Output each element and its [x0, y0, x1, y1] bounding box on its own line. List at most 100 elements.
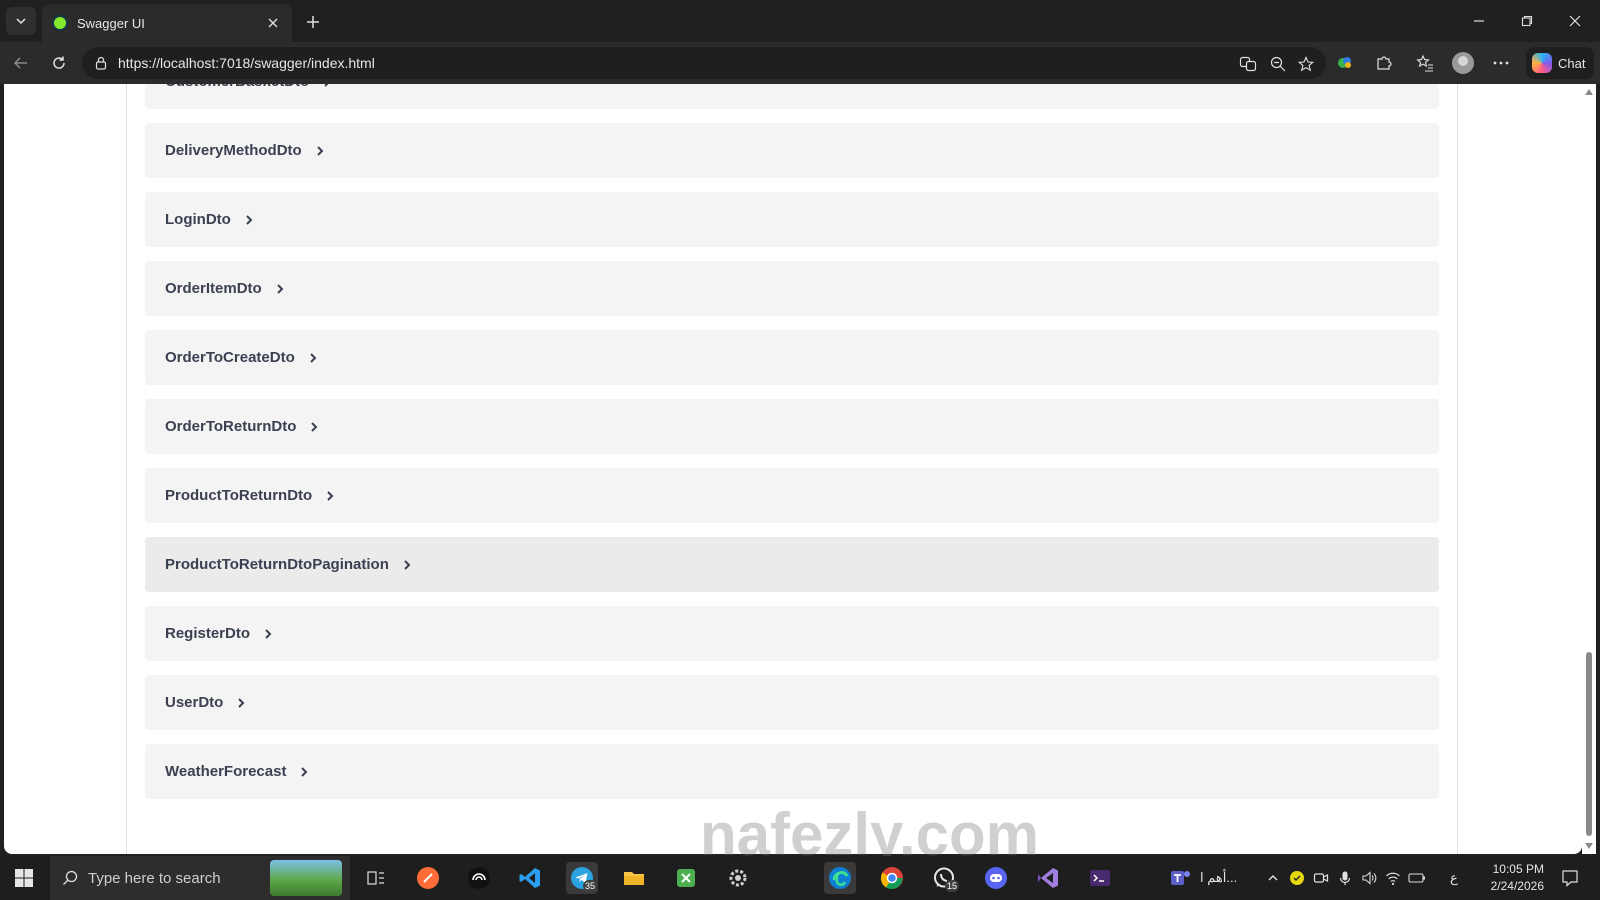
taskbar-search-box[interactable]: Type here to search — [50, 856, 350, 900]
model-name: ProductToReturnDto — [165, 487, 313, 504]
tab-close-button[interactable] — [264, 14, 282, 32]
translate-icon — [1239, 56, 1257, 72]
show-hidden-icons-button[interactable] — [1262, 862, 1284, 894]
taskbar-app-edge[interactable] — [824, 862, 856, 894]
copilot-chat-button[interactable]: Chat — [1526, 47, 1594, 79]
close-window-button[interactable] — [1560, 8, 1590, 34]
chevron-right-icon — [276, 282, 290, 296]
model-row[interactable]: ProductToReturnDto — [145, 468, 1439, 523]
tray-microphone[interactable] — [1334, 862, 1356, 894]
taskbar-app-settings[interactable] — [722, 862, 754, 894]
taskbar-app-media[interactable] — [463, 862, 495, 894]
teams-icon — [1171, 871, 1190, 885]
address-bar[interactable]: https://localhost:7018/swagger/index.htm… — [82, 47, 1326, 79]
taskbar-clock[interactable]: 10:05 PM 2/24/2026 — [1464, 861, 1544, 895]
windows-taskbar: Type here to search 35 15 أهم ا... ع 10:… — [0, 856, 1600, 900]
search-icon — [63, 870, 78, 885]
input-language-indicator[interactable]: ع — [1450, 870, 1458, 886]
scroll-thumb[interactable] — [1586, 652, 1592, 836]
browser-toolbar: https://localhost:7018/swagger/index.htm… — [0, 42, 1600, 84]
tray-camera[interactable] — [1310, 862, 1332, 894]
taskbar-app-snipping[interactable] — [670, 862, 702, 894]
extensions-button[interactable] — [1373, 52, 1395, 74]
taskbar-app-chrome[interactable] — [876, 862, 908, 894]
new-tab-button[interactable] — [300, 9, 326, 35]
model-name: ProductToReturnDtoPagination — [165, 556, 389, 573]
notification-center-button[interactable] — [1554, 862, 1586, 894]
scroll-up-arrow-icon[interactable] — [1585, 88, 1593, 96]
chevron-right-icon — [237, 696, 251, 710]
puzzle-icon — [1377, 56, 1392, 70]
chat-label: Chat — [1558, 55, 1586, 71]
model-row[interactable]: RegisterDto — [145, 606, 1439, 661]
taskbar-app-discord[interactable] — [980, 862, 1012, 894]
translate-button[interactable] — [1238, 54, 1258, 74]
tab-actions-menu-button[interactable] — [6, 7, 36, 35]
model-row[interactable]: OrderToCreateDto — [145, 330, 1439, 385]
postman-icon — [417, 867, 439, 889]
taskbar-app-telegram[interactable]: 35 — [566, 862, 598, 894]
telegram-unread-badge: 35 — [582, 880, 597, 892]
chevron-right-icon — [323, 84, 337, 89]
model-row[interactable]: LoginDto — [145, 192, 1439, 247]
model-row[interactable]: OrderItemDto — [145, 261, 1439, 316]
tray-app-status[interactable] — [1286, 862, 1308, 894]
search-highlight-image — [270, 860, 342, 896]
settings-and-more-button[interactable] — [1490, 52, 1512, 74]
refresh-button[interactable] — [46, 50, 72, 76]
chevron-right-icon — [309, 351, 323, 365]
battery-icon — [1408, 873, 1425, 883]
tray-wifi[interactable] — [1382, 862, 1404, 894]
model-name: CustomerBasketDto — [165, 84, 309, 90]
model-row[interactable]: CustomerBasketDto — [145, 84, 1439, 109]
zoom-button[interactable] — [1268, 54, 1288, 74]
model-row[interactable]: OrderToReturnDto — [145, 399, 1439, 454]
profile-button[interactable] — [1452, 52, 1474, 74]
model-row[interactable]: ProductToReturnDtoPagination — [145, 537, 1439, 592]
visual-studio-icon — [1038, 868, 1058, 888]
model-name: WeatherForecast — [165, 763, 287, 780]
tray-app-label[interactable]: أهم ا... — [1200, 870, 1237, 886]
favorites-list-icon — [1416, 54, 1433, 72]
taskbar-app-vscode[interactable] — [514, 862, 546, 894]
task-view-button[interactable] — [360, 862, 392, 894]
taskbar-app-file-explorer[interactable] — [618, 862, 650, 894]
more-horizontal-icon — [1493, 61, 1509, 65]
windows-start-icon[interactable] — [14, 868, 34, 888]
model-row[interactable]: DeliveryMethodDto — [145, 123, 1439, 178]
model-name: OrderItemDto — [165, 280, 262, 297]
browser-tab-strip: Swagger UI — [0, 0, 1600, 42]
tray-battery[interactable] — [1406, 862, 1428, 894]
browser-extension-button[interactable] — [1334, 52, 1356, 74]
page-scrollbar[interactable] — [1582, 84, 1596, 854]
minimize-window-button[interactable] — [1464, 8, 1494, 34]
model-name: RegisterDto — [165, 625, 251, 642]
chevron-down-icon — [16, 18, 26, 25]
model-name: OrderToReturnDto — [165, 418, 297, 435]
scroll-down-arrow-icon[interactable] — [1585, 842, 1593, 850]
browser-tab-swagger[interactable]: Swagger UI — [42, 4, 292, 42]
clock-date: 2/24/2026 — [1490, 879, 1544, 893]
model-row[interactable]: UserDto — [145, 675, 1439, 730]
vscode-icon — [519, 868, 540, 888]
wifi-icon — [1386, 872, 1400, 886]
tray-volume[interactable] — [1358, 862, 1380, 894]
notification-icon — [1562, 870, 1578, 887]
url-text: https://localhost:7018/swagger/index.htm… — [118, 55, 375, 71]
back-button[interactable] — [8, 50, 34, 76]
avatar-icon — [1452, 52, 1474, 74]
discord-icon — [985, 867, 1007, 889]
model-row[interactable]: WeatherForecast — [145, 744, 1439, 799]
swagger-favicon-icon — [52, 15, 68, 31]
taskbar-app-visual-studio[interactable] — [1032, 862, 1064, 894]
taskbar-app-postman[interactable] — [412, 862, 444, 894]
favorite-button[interactable] — [1296, 54, 1316, 74]
gear-icon — [729, 869, 747, 887]
taskbar-app-teams[interactable] — [1164, 862, 1196, 894]
page-viewport: CustomerBasketDto DeliveryMethodDto LoginD… — [4, 84, 1582, 854]
favorites-button[interactable] — [1414, 52, 1436, 74]
minimize-icon — [1474, 20, 1484, 22]
taskbar-app-whatsapp[interactable]: 15 — [928, 862, 960, 894]
restore-window-button[interactable] — [1512, 8, 1542, 34]
taskbar-app-terminal[interactable] — [1084, 862, 1116, 894]
